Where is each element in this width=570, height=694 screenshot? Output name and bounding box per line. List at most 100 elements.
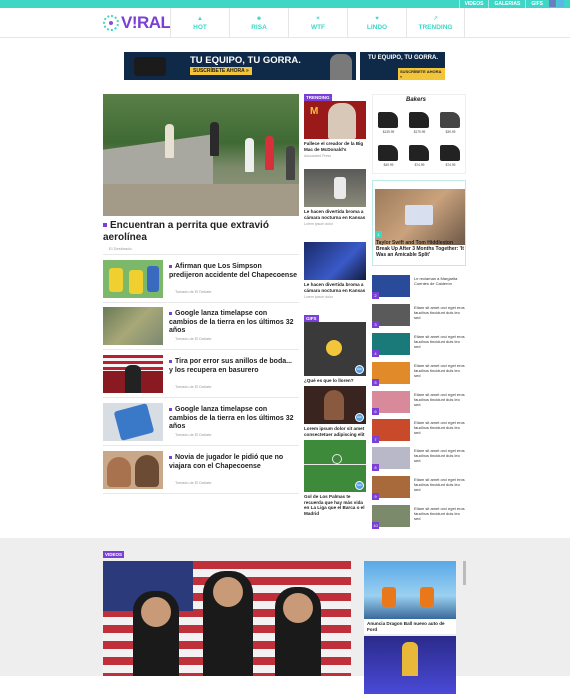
player-image xyxy=(330,54,352,80)
nav-item-lindo[interactable]: ♥ LINDO xyxy=(347,8,406,38)
trending-thumb: M xyxy=(304,101,366,139)
news-meta: Tomado de El Debate xyxy=(175,433,212,437)
trending-meta: Lorem ipsum dolor xyxy=(304,222,333,226)
hero-image[interactable] xyxy=(103,94,299,216)
video-side-item[interactable] xyxy=(364,636,456,694)
trending-thumb xyxy=(304,169,366,207)
facebook-icon[interactable] xyxy=(549,0,556,7)
video-side-thumb xyxy=(364,561,456,619)
trending-item[interactable]: Le hacen divertida broma a cámara noctur… xyxy=(304,242,366,299)
top-link-videos[interactable]: VIDEOS xyxy=(458,0,489,8)
videos-tag: VIDEOS xyxy=(103,551,125,558)
shop-ad-brand: Bakers xyxy=(406,97,427,103)
rank-badge: 10 xyxy=(372,522,379,529)
banner-ad-cta[interactable]: SUSCRÍBETE AHORA » xyxy=(190,67,252,75)
mas-leido-title: Etiam sit amet orci eget eros faucibus t… xyxy=(414,305,465,320)
flame-icon: ▲ xyxy=(197,15,203,22)
heart-icon: ♥ xyxy=(375,15,379,22)
mas-leido-item[interactable]: 3 Etiam sit amet orci eget eros faucibus… xyxy=(372,304,466,328)
mas-leido-title: Etiam sit amet orci eget eros faucibus t… xyxy=(414,477,465,492)
shoe-ad[interactable]: Bakers $139.99 $179.99 $39.99 $49.99 $74… xyxy=(372,94,466,174)
trending-meta: Lorem ipsum dolor xyxy=(304,295,333,299)
gif-thumb: GIF xyxy=(304,322,366,376)
side-banner-ad[interactable]: TU EQUIPO, TU GORRA. SUSCRÍBETE AHORA » xyxy=(360,52,445,80)
laugh-icon: ☻ xyxy=(255,15,263,22)
trending-title: Fallece el creador de la Big Mac de McDo… xyxy=(304,141,364,152)
site-header: V!RAL ▲ HOT ☻ RISA ✶ WTF ♥ LINDO ↗ TREND… xyxy=(0,8,570,38)
wtf-icon: ✶ xyxy=(315,15,321,22)
gif-thumb: GIF xyxy=(304,440,366,492)
banner-ad-headline: TU EQUIPO, TU GORRA. xyxy=(190,55,301,66)
shoe-product[interactable]: $39.99 xyxy=(437,107,464,134)
main-nav: ▲ HOT ☻ RISA ✶ WTF ♥ LINDO ↗ TRENDING xyxy=(170,8,465,38)
gif-caption: ¿Qué es que lo lloren? xyxy=(304,378,354,383)
mas-leido-title: Etiam sit amet orci eget eros faucibus t… xyxy=(414,334,465,349)
cap-image xyxy=(134,57,166,76)
gifs-tag: GIFS xyxy=(304,315,319,322)
news-meta: Tomado de El Debate xyxy=(175,481,212,485)
news-item[interactable]: Novia de jugador le pidió que no viajara… xyxy=(103,451,299,491)
news-item[interactable]: Afirman que Los Simpson predijeron accid… xyxy=(103,260,299,300)
mas-leido-item[interactable]: 9 Etiam sit amet orci eget eros faucibus… xyxy=(372,476,466,500)
banner-ad[interactable]: TU EQUIPO, TU GORRA. SUSCRÍBETE AHORA » xyxy=(124,52,356,80)
gif-item[interactable]: GIF Gol de Los Palmas te recuerda que ha… xyxy=(304,440,366,516)
mas-leido-item[interactable]: 6 Etiam sit amet orci eget eros faucibus… xyxy=(372,391,466,415)
mas-leido-item[interactable]: 5 Etiam sit amet orci eget eros faucibus… xyxy=(372,362,466,386)
site-logo[interactable]: V!RAL xyxy=(103,12,171,34)
shoe-product[interactable]: $139.99 xyxy=(375,107,402,134)
mas-leido-title: Etiam sit amet orci eget eros faucibus t… xyxy=(414,420,465,435)
news-title: Afirman que Los Simpson predijeron accid… xyxy=(169,263,297,279)
shoe-product[interactable]: $179.99 xyxy=(406,107,433,134)
news-title: Google lanza timelapse con cambios de la… xyxy=(169,310,297,336)
shoe-product[interactable]: $49.99 xyxy=(375,140,402,167)
mas-leido-item[interactable]: 8 Etiam sit amet orci eget eros faucibus… xyxy=(372,447,466,471)
nav-item-trending[interactable]: ↗ TRENDING xyxy=(406,8,465,38)
nav-item-wtf[interactable]: ✶ WTF xyxy=(288,8,347,38)
rank-badge: 3 xyxy=(372,321,379,328)
side-ad-cta[interactable]: SUSCRÍBETE AHORA » xyxy=(398,68,445,80)
top-link-gifs[interactable]: GIFS xyxy=(525,0,548,8)
side-ad-headline: TU EQUIPO, TU GORRA. xyxy=(368,55,439,61)
news-title: Tira por error sus anillos de boda... y … xyxy=(169,358,297,375)
news-item[interactable]: Tira por error sus anillos de boda... y … xyxy=(103,355,299,395)
gif-item[interactable]: GIF ¿Qué es que lo lloren? xyxy=(304,322,366,384)
video-main-player[interactable] xyxy=(103,561,351,676)
news-thumb-podium xyxy=(103,355,163,393)
mas-leido-top-title: Taylor Swift and Tom Hiddleston Break Up… xyxy=(376,240,464,258)
mas-leido-item[interactable]: 4 Etiam sit amet orci eget eros faucibus… xyxy=(372,333,466,357)
nav-label: LINDO xyxy=(366,23,388,31)
news-thumb-couple xyxy=(103,451,163,489)
mas-leido-top-image xyxy=(375,189,465,245)
news-item[interactable]: Google lanza timelapse con cambios de la… xyxy=(103,403,299,443)
mas-leido-item[interactable]: 7 Etiam sit amet orci eget eros faucibus… xyxy=(372,419,466,443)
rank-badge: 4 xyxy=(372,350,379,357)
top-links: VIDEOS GALERIAS GIFS xyxy=(458,0,564,8)
shoe-product[interactable]: $74.99 xyxy=(406,140,433,167)
mas-leido-title: Etiam sit amet orci eget eros faucibus t… xyxy=(414,448,465,463)
video-scrollbar[interactable] xyxy=(463,561,466,585)
mas-leido-item[interactable]: 10 Etiam sit amet orci eget eros faucibu… xyxy=(372,505,466,529)
gif-badge: GIF xyxy=(355,481,364,490)
shoe-product[interactable]: $74.99 xyxy=(437,140,464,167)
news-thumb-simpsons xyxy=(103,260,163,298)
twitter-icon[interactable] xyxy=(557,0,564,7)
rank-badge: 2 xyxy=(372,292,379,299)
top-link-galerias[interactable]: GALERIAS xyxy=(488,0,525,8)
gif-item[interactable]: GIF Lorem ipsum dolor sit amet consectet… xyxy=(304,386,366,437)
video-side-thumb xyxy=(364,636,456,694)
trending-item[interactable]: M Fallece el creador de la Big Mac de Mc… xyxy=(304,101,366,158)
video-side-item[interactable]: Anuncia Dragon Ball nuevo auto de Ford xyxy=(364,561,456,634)
nav-label: WTF xyxy=(310,23,326,31)
mas-leido-item[interactable]: 2 Le reclaman a Margarita Cuentes de Cal… xyxy=(372,275,466,299)
news-item[interactable]: Google lanza timelapse con cambios de la… xyxy=(103,307,299,347)
hero-title[interactable]: Encuentran a perrita que extravió aerolí… xyxy=(103,220,299,244)
news-thumb-phone xyxy=(103,403,163,441)
nav-item-risa[interactable]: ☻ RISA xyxy=(229,8,288,38)
gif-caption: Gol de Los Palmas te recuerda que hay má… xyxy=(304,494,365,516)
rank-badge: 5 xyxy=(372,379,379,386)
mas-leido-top[interactable]: 1 Taylor Swift and Tom Hiddleston Break … xyxy=(372,180,466,266)
trending-item[interactable]: Le hacen divertida broma a cámara noctur… xyxy=(304,169,366,226)
hero-meta: El Destinado xyxy=(109,246,132,251)
mas-leido-title: Etiam sit amet orci eget eros faucibus t… xyxy=(414,506,465,521)
nav-item-hot[interactable]: ▲ HOT xyxy=(170,8,229,38)
